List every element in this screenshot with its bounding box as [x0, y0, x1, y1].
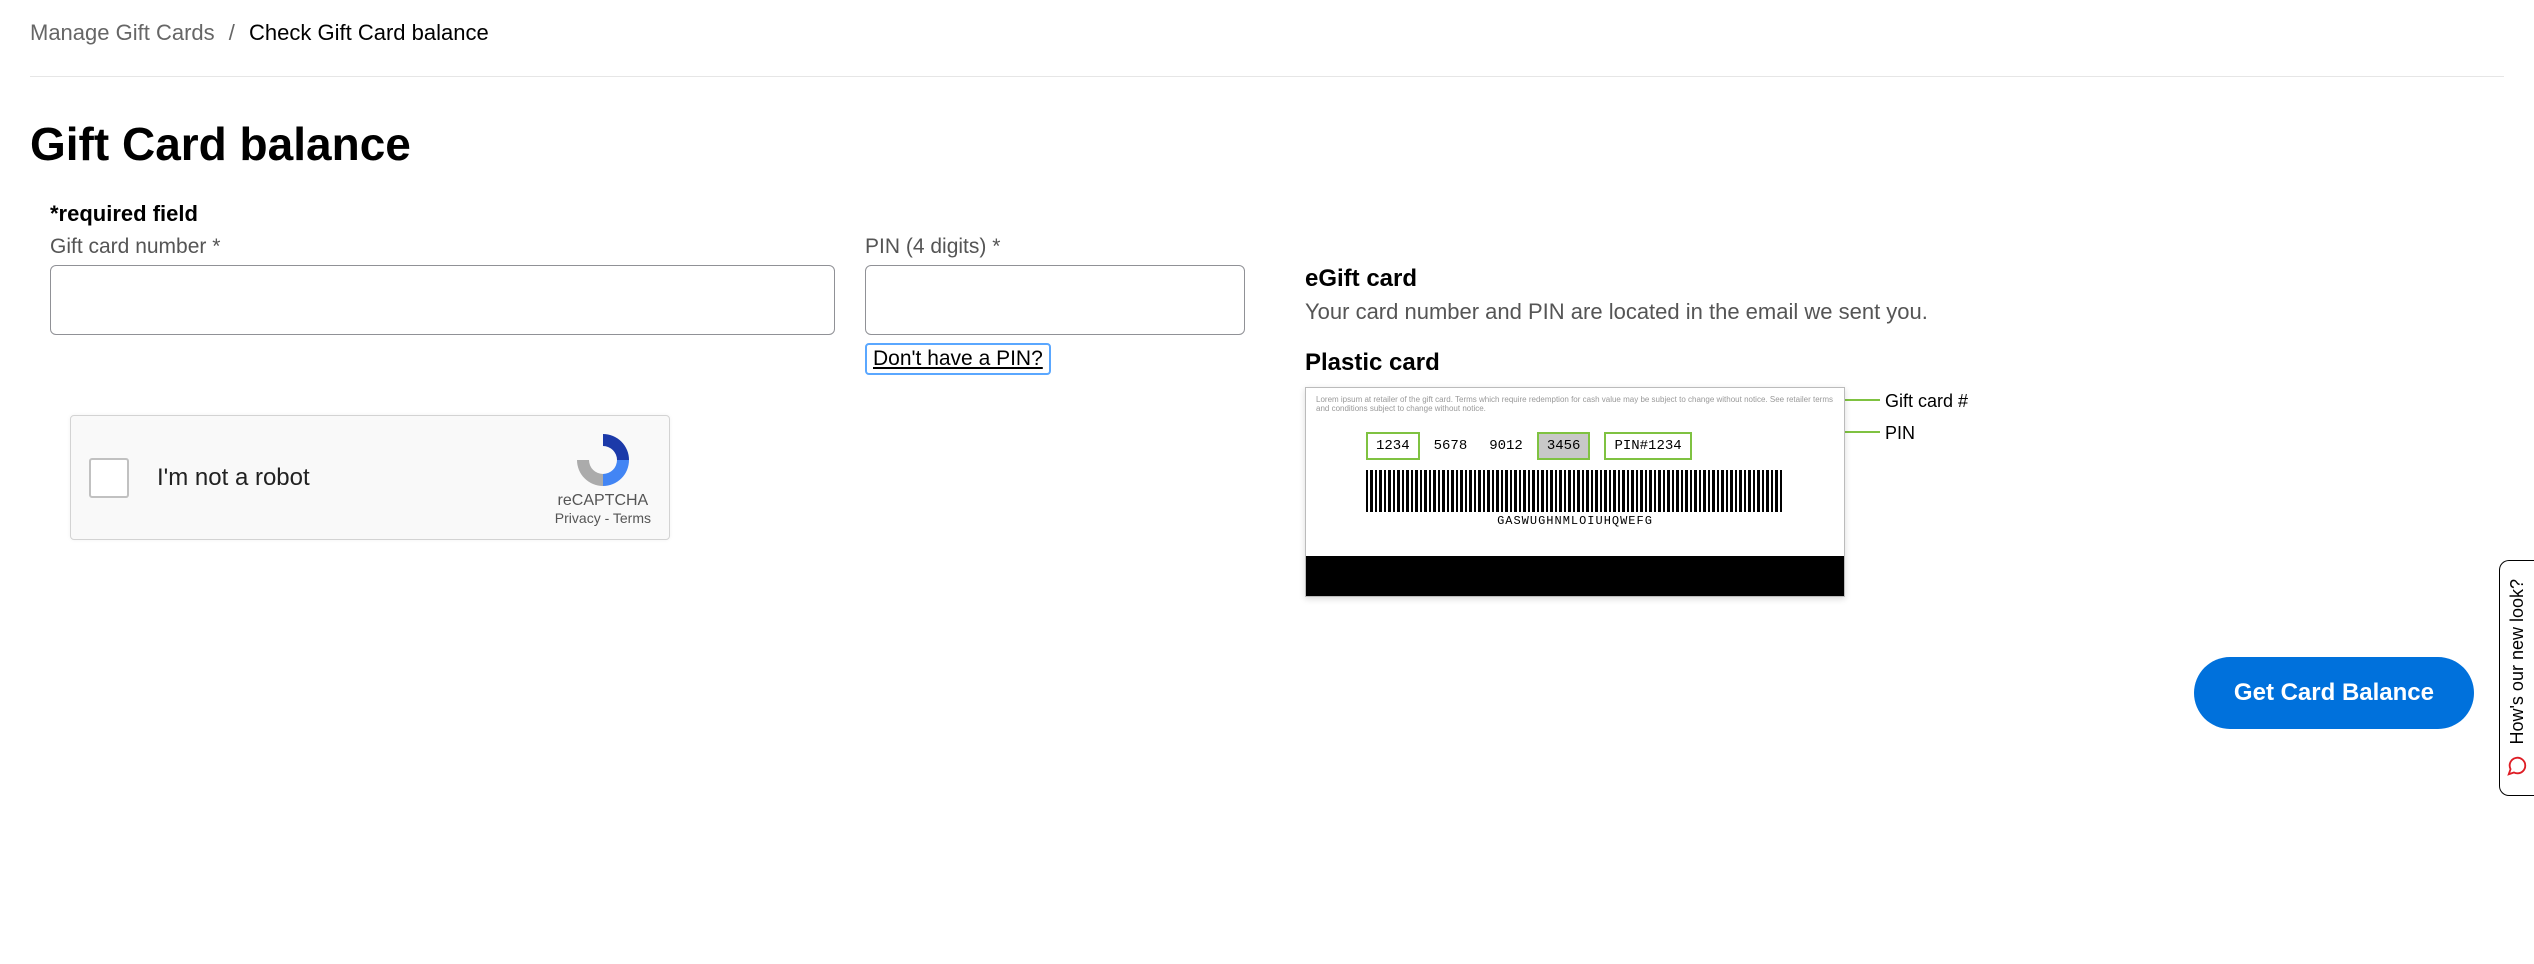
recaptcha-brand: reCAPTCHA Privacy - Terms	[555, 430, 651, 526]
callout-pin: PIN	[1885, 423, 1915, 444]
breadcrumb-current: Check Gift Card balance	[249, 20, 489, 45]
get-card-balance-button[interactable]: Get Card Balance	[2194, 657, 2474, 729]
breadcrumb: Manage Gift Cards / Check Gift Card bala…	[30, 20, 2504, 77]
card-seg-1: 1234	[1366, 432, 1420, 460]
egift-body: Your card number and PIN are located in …	[1305, 299, 2005, 325]
recaptcha-widget: I'm not a robot reCAPTCHA Privacy - Term…	[70, 415, 670, 540]
card-magstripe	[1306, 556, 1844, 596]
pin-label: PIN (4 digits) *	[865, 235, 1245, 259]
breadcrumb-parent-link[interactable]: Manage Gift Cards	[30, 20, 215, 45]
card-barcode-text: GASWUGHNMLOIUHQWEFG	[1306, 514, 1844, 528]
card-back-illustration: Lorem ipsum at retailer of the gift card…	[1305, 387, 1845, 597]
page-title: Gift Card balance	[30, 117, 2504, 171]
feedback-tab[interactable]: How's our new look?	[2499, 560, 2534, 796]
breadcrumb-separator: /	[229, 20, 235, 45]
recaptcha-icon	[573, 430, 633, 490]
recaptcha-brand-name: reCAPTCHA	[555, 492, 651, 510]
egift-heading: eGift card	[1305, 265, 2005, 293]
card-pin-box: PIN#1234	[1604, 432, 1691, 460]
feedback-tab-label: How's our new look?	[2507, 579, 2528, 745]
recaptcha-label: I'm not a robot	[157, 464, 555, 492]
gift-card-number-field: Gift card number *	[50, 235, 835, 335]
card-seg-3: 9012	[1481, 434, 1531, 458]
plastic-heading: Plastic card	[1305, 349, 2005, 377]
card-number-row: 1234 5678 9012 3456 PIN#1234	[1306, 432, 1844, 460]
callout-giftnum: Gift card #	[1885, 391, 1968, 412]
gift-card-number-label: Gift card number *	[50, 235, 835, 259]
required-field-note: *required field	[30, 201, 2504, 227]
pin-input[interactable]	[865, 265, 1245, 335]
info-column: eGift card Your card number and PIN are …	[1305, 235, 2005, 617]
card-barcode	[1366, 470, 1784, 512]
recaptcha-links[interactable]: Privacy - Terms	[555, 510, 651, 526]
recaptcha-checkbox[interactable]	[89, 458, 129, 498]
card-seg-2: 5678	[1426, 434, 1476, 458]
card-seg-4: 3456	[1537, 432, 1591, 460]
card-fineprint: Lorem ipsum at retailer of the gift card…	[1306, 388, 1844, 430]
plastic-card-diagram: Gift card # PIN Lorem ipsum at retailer …	[1305, 387, 2005, 617]
pin-field: PIN (4 digits) * Don't have a PIN?	[865, 235, 1245, 375]
gift-card-number-input[interactable]	[50, 265, 835, 335]
comment-icon	[2506, 755, 2528, 777]
no-pin-link[interactable]: Don't have a PIN?	[865, 343, 1051, 375]
